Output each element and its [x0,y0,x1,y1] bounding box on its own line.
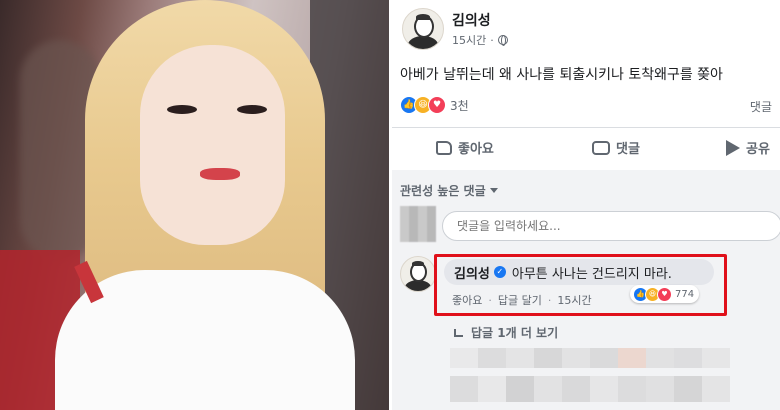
caret-down-icon [489,188,498,193]
post-author-name[interactable]: 김의성 [452,10,491,30]
post-text: 아베가 날뛰는데 왜 사나를 퇴출시키나 토착왜구를 쫒아 [400,67,723,83]
avatar-hair [416,14,430,20]
comment-author-avatar[interactable] [400,256,436,292]
portrait-eye-right [237,105,267,114]
portrait-face [140,45,285,245]
avatar-hair [412,261,424,266]
comment-input[interactable] [442,211,780,241]
comment-button[interactable]: 댓글 [592,138,640,157]
more-replies-label: 답글 1개 더 보기 [471,326,559,340]
meta-dot: · [490,33,494,47]
love-reaction-icon: ♥ [428,96,446,114]
portrait-eye-left [167,105,197,114]
pixelated-content [450,348,730,368]
comments-count-link[interactable]: 댓글 [750,98,772,115]
post-reactions[interactable]: 👍 😆 ♥ 3천 [400,96,469,114]
share-button[interactable]: 공유 [726,138,770,157]
photo-panel [0,0,389,410]
post-author-avatar[interactable] [402,8,444,50]
highlight-box [434,254,727,316]
pixelated-content [450,376,730,402]
avatar-body [408,36,438,49]
comment-sort-dropdown[interactable]: 관련성 높은 댓글 [400,182,498,199]
comment-sort-label: 관련성 높은 댓글 [400,184,486,198]
comment-bubble-icon [592,140,610,155]
action-bar: 좋아요 댓글 공유 [392,128,780,168]
post-meta: 15시간 · [452,32,508,48]
view-more-replies-link[interactable]: 답글 1개 더 보기 [454,324,558,341]
post-time[interactable]: 15시간 [452,32,486,48]
share-arrow-icon [726,139,740,156]
portrait-lips [200,168,240,180]
current-user-avatar [400,206,436,242]
share-button-label: 공유 [746,142,770,157]
reply-arrow-icon [454,328,463,337]
globe-icon [497,35,508,46]
like-button-label: 좋아요 [458,142,494,157]
like-button[interactable]: 좋아요 [436,138,494,157]
reaction-count: 3천 [450,98,469,113]
like-thumb-icon [436,140,452,155]
facebook-post-panel: 김의성 15시간 · 아베가 날뛰는데 왜 사나를 퇴출시키나 토착왜구를 쫒아… [392,0,780,410]
comment-button-label: 댓글 [616,142,640,157]
